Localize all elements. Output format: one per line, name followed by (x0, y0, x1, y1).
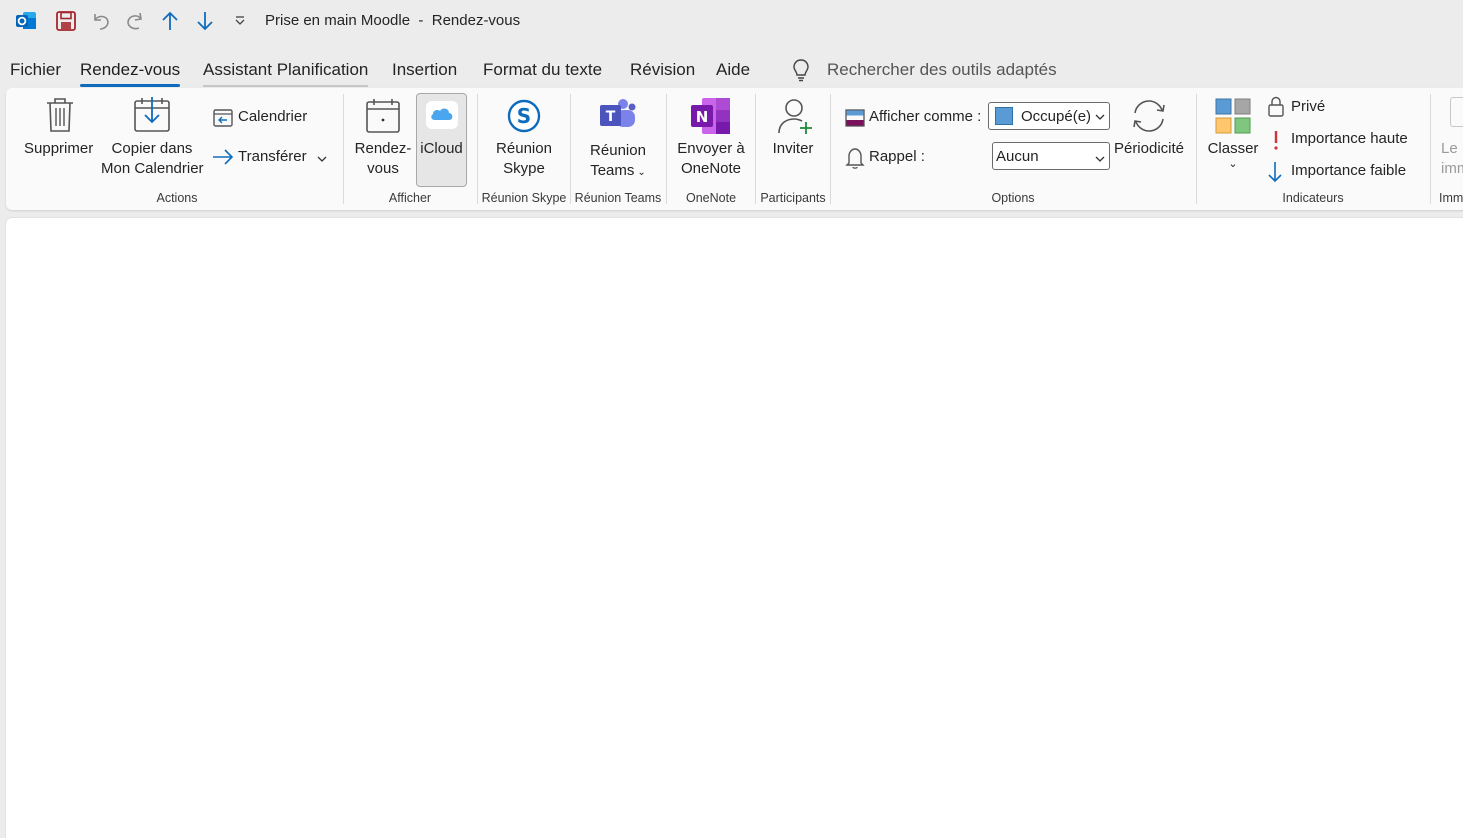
svg-text:S: S (517, 104, 531, 128)
categorize-icon (1214, 97, 1252, 140)
forward-button[interactable]: Transférer (238, 148, 307, 165)
onenote-icon: N (690, 97, 732, 140)
skype-label-line1: Réunion (496, 140, 552, 157)
icloud-icon (425, 100, 459, 135)
redo-icon[interactable] (122, 8, 148, 34)
separator (570, 94, 571, 204)
icloud-label: iCloud (420, 140, 463, 157)
copy-to-my-calendar-button[interactable]: Copier dans Mon Calendrier (101, 139, 204, 179)
group-label-options: Options (991, 191, 1035, 205)
show-as-label: Afficher comme : (869, 108, 982, 125)
chevron-down-icon (1095, 151, 1105, 168)
clipped-button-icon (1450, 97, 1463, 127)
invite-person-icon (777, 97, 815, 142)
reminder-select[interactable]: Aucun (992, 142, 1110, 170)
search-tools-input[interactable]: Rechercher des outils adaptés (827, 60, 1057, 80)
skype-meeting-button[interactable]: Réunion Skype (484, 139, 564, 179)
clipped-label-line2: imm (1441, 160, 1463, 177)
save-icon[interactable] (53, 8, 79, 34)
separator (477, 94, 478, 204)
appointment-calendar-icon (365, 97, 401, 140)
bell-icon (845, 147, 865, 174)
calendar-small-icon (213, 108, 233, 133)
skype-icon: S (505, 97, 543, 140)
show-as-value: Occupé(e) (1021, 107, 1092, 125)
low-importance-icon (1266, 161, 1284, 188)
calendar-button[interactable]: Calendrier (238, 108, 307, 125)
copy-label-line2: Mon Calendrier (101, 160, 204, 177)
appointment-view-button[interactable]: Rendez- vous (352, 139, 414, 179)
separator (343, 94, 344, 204)
tab-rendez-vous[interactable]: Rendez-vous (80, 60, 181, 87)
low-importance-button[interactable]: Importance faible (1291, 162, 1406, 179)
arrow-down-icon[interactable] (192, 8, 218, 34)
group-label-teams: Réunion Teams (574, 191, 662, 205)
categorize-chevron-icon: ⌄ (1228, 158, 1238, 170)
recurrence-button[interactable]: Périodicité (1112, 139, 1186, 159)
appointment-label-line2: vous (367, 160, 399, 177)
separator (755, 94, 756, 204)
group-label-indicateurs: Indicateurs (1282, 191, 1344, 205)
invite-button[interactable]: Inviter (767, 139, 819, 159)
show-as-icon (845, 108, 865, 133)
categorize-button[interactable]: Classer ⌄ (1207, 139, 1259, 170)
group-label-onenote: OneNote (685, 191, 737, 205)
teams-chevron-icon: ⌄ (637, 167, 646, 178)
chevron-down-icon (1095, 109, 1105, 126)
reminder-value: Aucun (996, 147, 1039, 165)
onenote-label-line2: OneNote (680, 160, 742, 177)
teams-meeting-button[interactable]: Réunion Teams ⌄ (578, 141, 658, 183)
arrow-up-icon[interactable] (157, 8, 183, 34)
delete-button[interactable]: Supprimer (24, 139, 93, 159)
teams-label-line1: Réunion (590, 142, 646, 159)
tab-insertion[interactable]: Insertion (392, 60, 457, 84)
window-title: Prise en main Moodle - Rendez-vous (265, 12, 521, 29)
separator (830, 94, 831, 204)
forward-dropdown-chevron-icon[interactable] (316, 151, 328, 169)
outlook-logo-icon (13, 8, 39, 34)
separator (1196, 94, 1197, 204)
appointment-body-area[interactable] (6, 218, 1463, 838)
tab-fichier[interactable]: Fichier (10, 60, 61, 84)
group-label-skype: Réunion Skype (481, 191, 567, 205)
group-label-actions: Actions (156, 191, 198, 205)
undo-icon[interactable] (88, 8, 114, 34)
tab-aide[interactable]: Aide (716, 60, 750, 84)
separator (1430, 94, 1431, 204)
teams-label-line2: Teams ⌄ (590, 162, 646, 179)
trash-icon (44, 96, 76, 139)
clipped-button[interactable]: Le imm (1441, 139, 1463, 179)
copy-label-line1: Copier dans (111, 140, 193, 157)
group-label-afficher: Afficher (388, 191, 432, 205)
recurrence-icon (1128, 97, 1170, 140)
teams-icon: T (598, 97, 638, 140)
separator (666, 94, 667, 204)
high-importance-button[interactable]: Importance haute (1291, 130, 1408, 147)
clipped-label-line1: Le (1441, 140, 1458, 157)
tab-format-du-texte[interactable]: Format du texte (483, 60, 602, 84)
lock-icon (1267, 96, 1285, 123)
appointment-label-line1: Rendez- (354, 140, 412, 157)
svg-text:N: N (696, 108, 709, 126)
onenote-label-line1: Envoyer à (677, 140, 745, 157)
copy-to-calendar-icon (133, 95, 171, 140)
customize-toolbar-icon[interactable] (227, 8, 253, 34)
group-label-participants: Participants (760, 191, 826, 205)
tab-assistant-planification[interactable]: Assistant Planification (203, 60, 369, 87)
show-as-select[interactable]: Occupé(e) (988, 102, 1110, 130)
forward-arrow-icon (212, 148, 234, 171)
send-to-onenote-button[interactable]: Envoyer à OneNote (670, 139, 752, 179)
svg-text:T: T (606, 109, 616, 125)
skype-label-line2: Skype (503, 160, 545, 177)
high-importance-icon (1270, 129, 1282, 156)
lightbulb-icon (791, 58, 811, 87)
private-button[interactable]: Privé (1291, 98, 1325, 115)
categorize-label: Classer (1207, 140, 1259, 157)
title-bar: Prise en main Moodle - Rendez-vous (0, 0, 1463, 42)
group-label-clipped: Imm (1439, 191, 1463, 205)
reminder-label: Rappel : (869, 148, 925, 165)
tab-revision[interactable]: Révision (630, 60, 695, 84)
busy-color-swatch (995, 107, 1013, 125)
